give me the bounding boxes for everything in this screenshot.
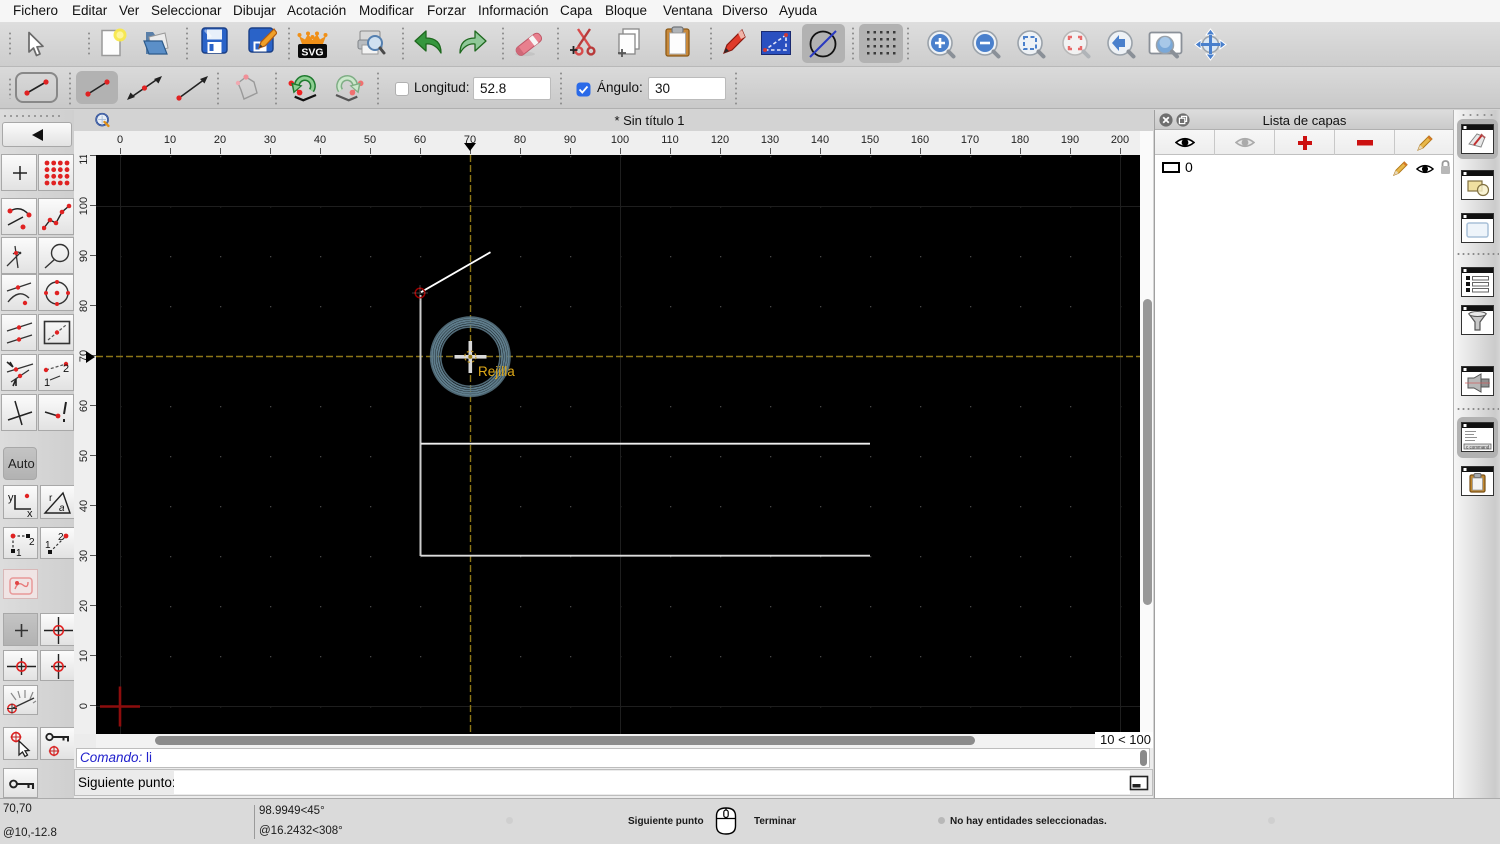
svg-text:y: y	[8, 492, 14, 504]
svg-text:190: 190	[1061, 134, 1079, 146]
svg-text:c command: c command	[1466, 445, 1490, 450]
svg-text:2: 2	[58, 532, 64, 543]
svg-text:0: 0	[78, 703, 90, 709]
svg-text:130: 130	[761, 134, 779, 146]
svg-text:100: 100	[611, 134, 629, 146]
svg-text:30: 30	[78, 550, 90, 562]
svg-text:30: 30	[264, 134, 276, 146]
svg-text:20: 20	[214, 134, 226, 146]
svg-text:90: 90	[564, 134, 576, 146]
svg-text:80: 80	[78, 300, 90, 312]
svg-text:20: 20	[78, 600, 90, 612]
svg-text:160: 160	[911, 134, 929, 146]
svg-text:SVG: SVG	[301, 47, 323, 59]
svg-text:90: 90	[78, 250, 90, 262]
svg-text:150: 150	[861, 134, 879, 146]
svg-text:120: 120	[711, 134, 729, 146]
svg-text:200: 200	[1111, 134, 1129, 146]
svg-text:r: r	[49, 493, 53, 504]
svg-text:0: 0	[117, 134, 123, 146]
svg-text:110: 110	[661, 134, 679, 146]
svg-text:10: 10	[164, 134, 176, 146]
svg-text:50: 50	[364, 134, 376, 146]
svg-text:a: a	[59, 503, 65, 514]
svg-text:110: 110	[78, 155, 90, 165]
svg-text:180: 180	[1011, 134, 1029, 146]
svg-text:2: 2	[29, 537, 35, 548]
svg-text:80: 80	[514, 134, 526, 146]
svg-text:40: 40	[314, 134, 326, 146]
svg-text:60: 60	[414, 134, 426, 146]
svg-text:Rejilla: Rejilla	[478, 364, 515, 379]
svg-text:140: 140	[811, 134, 829, 146]
svg-text:60: 60	[78, 400, 90, 412]
svg-text:1: 1	[45, 540, 51, 551]
svg-text:1: 1	[44, 377, 50, 388]
svg-text:50: 50	[78, 450, 90, 462]
svg-text:170: 170	[961, 134, 979, 146]
svg-text:x: x	[27, 508, 33, 517]
svg-text:2: 2	[63, 363, 69, 375]
svg-text:1: 1	[16, 548, 22, 558]
svg-text:40: 40	[78, 500, 90, 512]
svg-text:100: 100	[78, 197, 90, 215]
svg-text:10: 10	[78, 650, 90, 662]
